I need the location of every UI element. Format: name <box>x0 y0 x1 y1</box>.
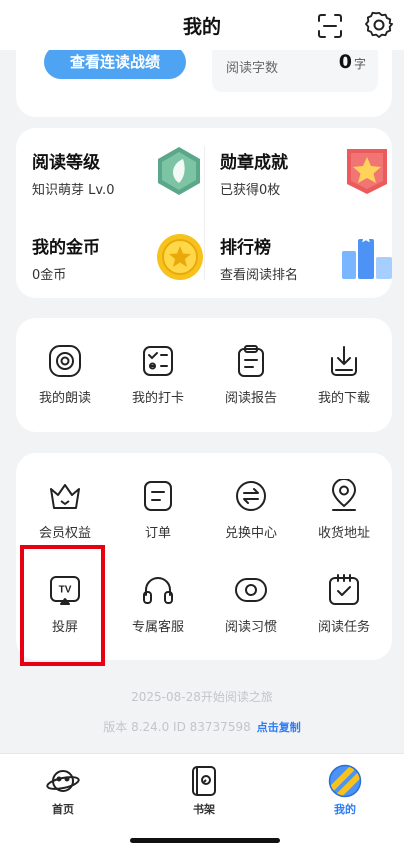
podium-icon <box>342 231 392 279</box>
bookshelf-icon <box>192 766 216 796</box>
planet-icon <box>46 770 80 792</box>
version-info: 版本 8.24.0 ID 83737598 点击复制 <box>0 718 404 735</box>
feature-grid-1: 我的朗读 我的打卡 阅读报告 我的下载 <box>16 318 392 432</box>
star-medal-icon <box>347 149 387 194</box>
checklist-icon <box>143 346 173 376</box>
dedicated-service-item[interactable]: 专属客服 <box>111 573 205 653</box>
task-calendar-icon <box>329 574 359 605</box>
exchange-icon <box>236 481 266 511</box>
leaderboard-item[interactable]: 排行榜 查看阅读排名 <box>220 231 392 293</box>
tab-bookshelf-label: 书架 <box>193 803 215 816</box>
medal-achievement-item[interactable]: 勋章成就 已获得0枚 <box>220 148 390 208</box>
location-icon <box>331 479 357 511</box>
words-read-label: 阅读字数 <box>226 61 279 76</box>
my-recitation-item[interactable]: 我的朗读 <box>18 344 112 424</box>
my-coins-item[interactable]: 我的金币 0金币 <box>32 233 203 293</box>
my-download-item[interactable]: 我的下载 <box>297 344 391 424</box>
leaderboard-title: 排行榜 <box>220 238 271 258</box>
exchange-center-item[interactable]: 兑换中心 <box>204 479 298 559</box>
leaderboard-subtitle: 查看阅读排名 <box>220 268 299 283</box>
view-streak-button[interactable]: 查看连读战绩 <box>44 45 186 79</box>
broadcast-icon <box>49 345 81 377</box>
my-checkin-item[interactable]: 我的打卡 <box>111 344 205 424</box>
top-bar: 我的 <box>0 0 404 50</box>
reading-habits-item[interactable]: 阅读习惯 <box>204 573 298 653</box>
medal-title: 勋章成就 <box>220 153 288 173</box>
profile-stripe-icon <box>328 764 362 798</box>
download-icon <box>331 346 357 376</box>
reading-level-item[interactable]: 阅读等级 知识萌芽 Lv.0 <box>32 147 202 208</box>
highlight-box <box>20 545 105 666</box>
stats-card: 阅读等级 知识萌芽 Lv.0 勋章成就 已获得0枚 我的金币 0金币 排行榜 查… <box>16 128 392 298</box>
tab-home-label: 首页 <box>52 803 74 816</box>
my-download-label: 我的下载 <box>317 391 370 406</box>
tab-bookshelf[interactable]: 书架 <box>169 764 239 817</box>
tab-home[interactable]: 首页 <box>28 764 98 817</box>
reading-level-title: 阅读等级 <box>32 153 100 173</box>
scan-icon[interactable] <box>317 13 343 39</box>
order-icon <box>144 481 172 511</box>
reading-habits-label: 阅读习惯 <box>224 620 277 635</box>
journey-start-text: 2025-08-28开始阅读之旅 <box>131 690 273 704</box>
reading-report-item[interactable]: 阅读报告 <box>204 344 298 424</box>
bottom-tab-bar: 首页 书架 我的 <box>0 753 404 849</box>
medal-subtitle: 已获得0枚 <box>220 183 281 198</box>
orders-label: 订单 <box>144 526 171 541</box>
eye-habit-icon <box>235 578 267 602</box>
dedicated-service-label: 专属客服 <box>131 620 184 635</box>
tab-me[interactable]: 我的 <box>310 764 380 817</box>
reading-tasks-label: 阅读任务 <box>317 620 370 635</box>
headset-icon <box>143 577 173 604</box>
reading-tasks-item[interactable]: 阅读任务 <box>297 573 391 653</box>
version-text: 版本 8.24.0 ID 83737598 <box>103 720 251 734</box>
reading-level-subtitle: 知识萌芽 Lv.0 <box>32 183 115 198</box>
shipping-address-item[interactable]: 收货地址 <box>297 479 391 559</box>
home-indicator <box>130 838 280 843</box>
divider <box>204 146 205 280</box>
crown-icon <box>50 484 80 509</box>
tab-me-label: 我的 <box>334 803 356 816</box>
membership-benefits-label: 会员权益 <box>38 526 91 541</box>
gold-coin-icon <box>157 234 203 280</box>
exchange-center-label: 兑换中心 <box>224 526 277 541</box>
coins-title: 我的金币 <box>32 238 100 258</box>
clipboard-icon <box>238 345 264 377</box>
coins-subtitle: 0金币 <box>32 268 67 283</box>
words-read-value: 0字 <box>338 51 366 73</box>
reading-report-label: 阅读报告 <box>224 391 277 406</box>
page-title: 我的 <box>182 16 221 38</box>
shipping-address-label: 收货地址 <box>317 526 370 541</box>
leaf-hexagon-icon <box>158 147 200 195</box>
orders-item[interactable]: 订单 <box>111 479 205 559</box>
copy-id-button[interactable]: 点击复制 <box>257 721 301 734</box>
gear-icon[interactable] <box>365 11 393 39</box>
my-recitation-label: 我的朗读 <box>38 391 91 406</box>
my-checkin-label: 我的打卡 <box>131 391 184 406</box>
